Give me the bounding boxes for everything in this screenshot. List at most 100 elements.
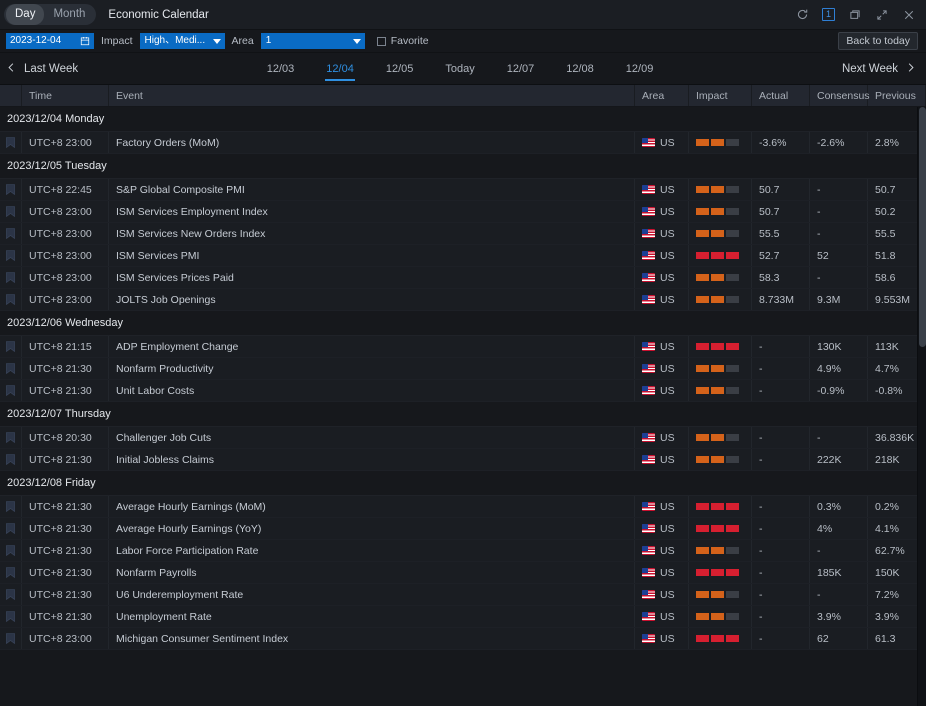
row-bookmark-toggle[interactable] <box>0 179 22 200</box>
area-label: US <box>660 632 675 645</box>
table-row[interactable]: UTC+8 21:30 Unit Labor Costs US - -0.9% -0.8% <box>0 380 926 402</box>
column-header-previous[interactable]: Previous <box>868 85 926 106</box>
cell-impact <box>689 518 752 539</box>
table-row[interactable]: UTC+8 23:00 JOLTS Job Openings US 8.733M 9.3… <box>0 289 926 311</box>
bookmark-icon <box>6 250 15 261</box>
week-day-tab[interactable]: Today <box>429 53 490 84</box>
view-mode-switch[interactable]: Day Month <box>4 4 97 25</box>
row-bookmark-toggle[interactable] <box>0 628 22 649</box>
cell-impact <box>689 336 752 357</box>
row-bookmark-toggle[interactable] <box>0 449 22 470</box>
column-header-event[interactable]: Event <box>109 85 635 106</box>
week-day-tab[interactable]: 12/04 <box>310 53 370 84</box>
column-header-impact[interactable]: Impact <box>689 85 752 106</box>
row-bookmark-toggle[interactable] <box>0 132 22 153</box>
cell-time: UTC+8 21:30 <box>22 358 109 379</box>
badge-one[interactable]: 1 <box>822 8 835 21</box>
week-day-tab[interactable]: 12/09 <box>610 53 670 84</box>
area-label: US <box>660 384 675 397</box>
table-row[interactable]: UTC+8 21:30 U6 Underemployment Rate US - -7.… <box>0 584 926 606</box>
cell-consensus: 9.3M <box>810 289 868 310</box>
row-bookmark-toggle[interactable] <box>0 496 22 517</box>
table-row[interactable]: UTC+8 21:30 Initial Jobless Claims US -222K… <box>0 449 926 471</box>
vertical-scrollbar[interactable] <box>917 107 926 706</box>
week-day-tab[interactable]: 12/07 <box>491 53 551 84</box>
area-label: US <box>660 249 675 262</box>
column-header-actual[interactable]: Actual <box>752 85 810 106</box>
next-week-button[interactable]: Next Week <box>842 53 916 84</box>
day-group-header: 2023/12/04 Monday <box>0 107 926 132</box>
row-bookmark-toggle[interactable] <box>0 289 22 310</box>
expand-icon[interactable] <box>875 8 889 22</box>
cell-event: ISM Services Prices Paid <box>109 267 635 288</box>
area-label: US <box>660 610 675 623</box>
row-bookmark-toggle[interactable] <box>0 380 22 401</box>
table-row[interactable]: UTC+8 21:30 Nonfarm Productivity US -4.9% 4.… <box>0 358 926 380</box>
row-bookmark-toggle[interactable] <box>0 562 22 583</box>
column-header-consensus[interactable]: Consensus <box>810 85 870 106</box>
row-bookmark-toggle[interactable] <box>0 540 22 561</box>
cell-event: Factory Orders (MoM) <box>109 132 635 153</box>
week-day-tab[interactable]: 12/08 <box>550 53 610 84</box>
back-to-today-button[interactable]: Back to today <box>838 32 918 50</box>
table-row[interactable]: UTC+8 20:30 Challenger Job Cuts US - -36.836… <box>0 427 926 449</box>
row-bookmark-toggle[interactable] <box>0 358 22 379</box>
cell-time: UTC+8 23:00 <box>22 245 109 266</box>
row-bookmark-toggle[interactable] <box>0 245 22 266</box>
impact-filter-value: High、Medi... <box>144 35 206 46</box>
table-row[interactable]: UTC+8 23:00 ISM Services New Orders Index… <box>0 223 926 245</box>
row-bookmark-toggle[interactable] <box>0 223 22 244</box>
column-header-bookmark[interactable] <box>0 85 22 106</box>
cell-impact <box>689 132 752 153</box>
tab-day[interactable]: Day <box>6 4 45 25</box>
impact-segment <box>696 139 709 146</box>
tab-month[interactable]: Month <box>44 4 94 25</box>
table-row[interactable]: UTC+8 21:15 ADP Employment Change US -130K 1… <box>0 336 926 358</box>
impact-indicator <box>696 569 739 576</box>
week-day-tab[interactable]: 12/03 <box>251 53 311 84</box>
date-picker[interactable]: 2023-12-04 <box>6 33 94 49</box>
week-day-tab[interactable]: 12/05 <box>370 53 430 84</box>
row-bookmark-toggle[interactable] <box>0 518 22 539</box>
row-bookmark-toggle[interactable] <box>0 267 22 288</box>
row-bookmark-toggle[interactable] <box>0 201 22 222</box>
area-filter-select[interactable]: 1 <box>260 33 365 49</box>
favorite-checkbox[interactable]: Favorite <box>376 35 429 47</box>
table-row[interactable]: UTC+8 23:00 Michigan Consumer Sentiment I… <box>0 628 926 650</box>
prev-week-button[interactable]: Last Week <box>6 53 78 84</box>
row-bookmark-toggle[interactable] <box>0 584 22 605</box>
row-bookmark-toggle[interactable] <box>0 606 22 627</box>
impact-segment <box>726 613 739 620</box>
close-icon[interactable] <box>902 8 916 22</box>
bookmark-icon <box>6 545 15 556</box>
refresh-icon[interactable] <box>795 8 809 22</box>
row-bookmark-toggle[interactable] <box>0 427 22 448</box>
table-row[interactable]: UTC+8 21:30 Nonfarm Payrolls US -185K 150K <box>0 562 926 584</box>
chevron-down-icon <box>352 38 361 44</box>
table-row[interactable]: UTC+8 23:00 Factory Orders (MoM) US -3.6% -2… <box>0 132 926 154</box>
cell-time: UTC+8 21:30 <box>22 562 109 583</box>
bookmark-icon <box>6 501 15 512</box>
cell-area: US <box>635 380 689 401</box>
table-row[interactable]: UTC+8 21:30 Unemployment Rate US -3.9% 3.9% <box>0 606 926 628</box>
column-header-time[interactable]: Time <box>22 85 109 106</box>
area-label: US <box>660 136 675 149</box>
table-row[interactable]: UTC+8 23:00 ISM Services PMI US 52.7 52 51.8 <box>0 245 926 267</box>
table-row[interactable]: UTC+8 22:45 S&P Global Composite PMI US 50.… <box>0 179 926 201</box>
table-row[interactable]: UTC+8 21:30 Average Hourly Earnings (YoY)… <box>0 518 926 540</box>
day-group-label: 2023/12/05 Tuesday <box>7 160 107 172</box>
table-row[interactable]: UTC+8 23:00 ISM Services Prices Paid US 58.… <box>0 267 926 289</box>
cell-event: Average Hourly Earnings (MoM) <box>109 496 635 517</box>
table-row[interactable]: UTC+8 21:30 Average Hourly Earnings (MoM)… <box>0 496 926 518</box>
row-bookmark-toggle[interactable] <box>0 336 22 357</box>
scrollbar-thumb[interactable] <box>919 107 926 347</box>
impact-filter-select[interactable]: High、Medi... <box>139 33 225 49</box>
restore-window-icon[interactable] <box>848 8 862 22</box>
impact-segment <box>711 525 724 532</box>
table-row[interactable]: UTC+8 21:30 Labor Force Participation Rat… <box>0 540 926 562</box>
column-header-area[interactable]: Area <box>635 85 689 106</box>
table-row[interactable]: UTC+8 23:00 ISM Services Employment Index… <box>0 201 926 223</box>
us-flag-icon <box>642 568 655 577</box>
impact-segment <box>711 230 724 237</box>
cell-actual: - <box>752 358 810 379</box>
